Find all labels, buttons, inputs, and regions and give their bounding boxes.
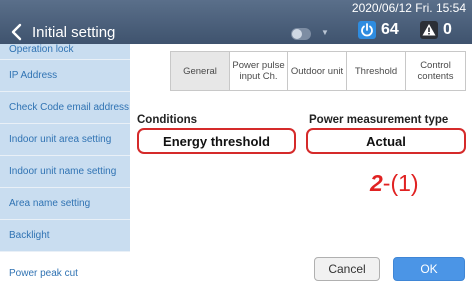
dropdown-arrow-icon[interactable]: ▼ xyxy=(321,28,329,37)
power-count: 64 xyxy=(381,21,399,38)
sidebar-item-power-peak-cut[interactable]: Power peak cut xyxy=(0,252,130,284)
tab-threshold[interactable]: Threshold xyxy=(346,51,406,91)
cancel-button[interactable]: Cancel xyxy=(314,257,380,281)
sidebar-item-operation-lock[interactable]: Operation lock xyxy=(0,44,130,58)
warning-count: 0 xyxy=(443,21,452,38)
date-time: 2020/06/12 Fri. 15:54 xyxy=(351,1,466,15)
ok-button[interactable]: OK xyxy=(393,257,465,281)
tab-control-contents[interactable]: Control contents xyxy=(405,51,466,91)
sidebar-item-check-code-email[interactable]: Check Code email address xyxy=(0,92,130,123)
power-icon xyxy=(358,21,376,39)
tab-power-pulse-input[interactable]: Power pulse input Ch. xyxy=(229,51,288,91)
step-number: 2 xyxy=(370,170,383,196)
sidebar: Operation lock IP Address Check Code ema… xyxy=(0,44,130,284)
toggle-knob xyxy=(292,29,302,39)
sidebar-item-area-name[interactable]: Area name setting xyxy=(0,188,130,219)
sidebar-item-indoor-unit-name[interactable]: Indoor unit name setting xyxy=(0,156,130,187)
sidebar-item-backlight[interactable]: Backlight xyxy=(0,220,130,251)
header-bar: Initial setting ▼ 2020/06/12 Fri. 15:54 … xyxy=(0,0,472,44)
sidebar-item-ip-address[interactable]: IP Address xyxy=(0,60,130,91)
power-measurement-label: Power measurement type xyxy=(309,114,449,126)
back-arrow-icon[interactable] xyxy=(7,22,29,42)
conditions-label: Conditions xyxy=(137,114,198,126)
tab-outdoor-unit[interactable]: Outdoor unit xyxy=(287,51,347,91)
step-suffix: -(1) xyxy=(382,170,419,196)
tab-general[interactable]: General xyxy=(170,51,230,91)
warning-icon xyxy=(420,21,438,39)
page-title: Initial setting xyxy=(32,24,116,41)
conditions-field[interactable]: Energy threshold xyxy=(137,128,296,154)
view-toggle[interactable] xyxy=(291,28,311,40)
tab-bar: General Power pulse input Ch. Outdoor un… xyxy=(170,51,466,91)
sidebar-item-indoor-unit-area[interactable]: Indoor unit area setting xyxy=(0,124,130,155)
power-measurement-field[interactable]: Actual xyxy=(306,128,466,154)
step-annotation: 2-(1) xyxy=(370,170,419,197)
